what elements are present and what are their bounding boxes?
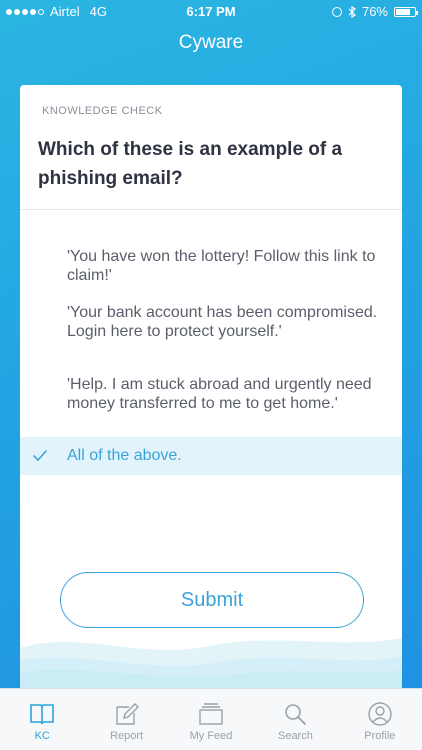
answer-option-1[interactable]: 'You have won the lottery! Follow this l… <box>20 247 402 285</box>
submit-button[interactable]: Submit <box>60 572 364 628</box>
status-bar: Airtel 4G 6:17 PM 76% <box>0 0 422 22</box>
tab-kc[interactable]: KC <box>0 689 84 750</box>
section-label: KNOWLEDGE CHECK <box>42 105 163 117</box>
book-icon <box>30 704 55 725</box>
answer-option-3[interactable]: 'Help. I am stuck abroad and urgently ne… <box>20 375 402 413</box>
answer-option-4[interactable]: All of the above. <box>20 437 402 475</box>
battery-fill <box>396 8 410 15</box>
tab-label: KC <box>34 730 50 742</box>
tab-label: My Feed <box>189 730 233 742</box>
battery-percent: 76% <box>361 4 388 19</box>
bluetooth-icon <box>348 5 356 18</box>
answer-option-label: All of the above. <box>67 447 182 464</box>
answer-option-label: 'You have won the lottery! Follow this l… <box>67 248 376 284</box>
checkmark-icon <box>33 450 47 461</box>
knowledge-check-card: KNOWLEDGE CHECK Which of these is an exa… <box>20 85 402 690</box>
tab-search[interactable]: Search <box>253 689 337 750</box>
divider <box>20 209 402 210</box>
feed-icon <box>199 703 223 725</box>
tab-profile[interactable]: Profile <box>338 689 422 750</box>
tab-label: Search <box>277 730 313 742</box>
answer-option-label: 'Your bank account has been compromised.… <box>67 304 378 340</box>
tab-label: Profile <box>364 730 396 742</box>
tab-report[interactable]: Report <box>84 689 168 750</box>
battery-icon <box>394 6 418 17</box>
tab-my-feed[interactable]: My Feed <box>169 689 253 750</box>
app-screen: Airtel 4G 6:17 PM 76% Cyware KNOWLEDGE C… <box>0 0 422 750</box>
orientation-lock-icon <box>331 6 342 17</box>
status-right: 76% <box>331 4 418 19</box>
edit-icon <box>115 703 139 725</box>
question-text: Which of these is an example of a phishi… <box>38 139 343 189</box>
app-title: Cyware <box>178 32 244 53</box>
search-icon <box>285 704 307 725</box>
tab-bar: KC Report My Feed Search Profile <box>0 688 422 750</box>
answer-option-label: 'Help. I am stuck abroad and urgently ne… <box>67 376 372 412</box>
answer-option-2[interactable]: 'Your bank account has been compromised.… <box>20 303 402 341</box>
tab-label: Report <box>110 730 144 742</box>
profile-icon <box>368 702 392 726</box>
wave-decoration <box>20 638 402 690</box>
